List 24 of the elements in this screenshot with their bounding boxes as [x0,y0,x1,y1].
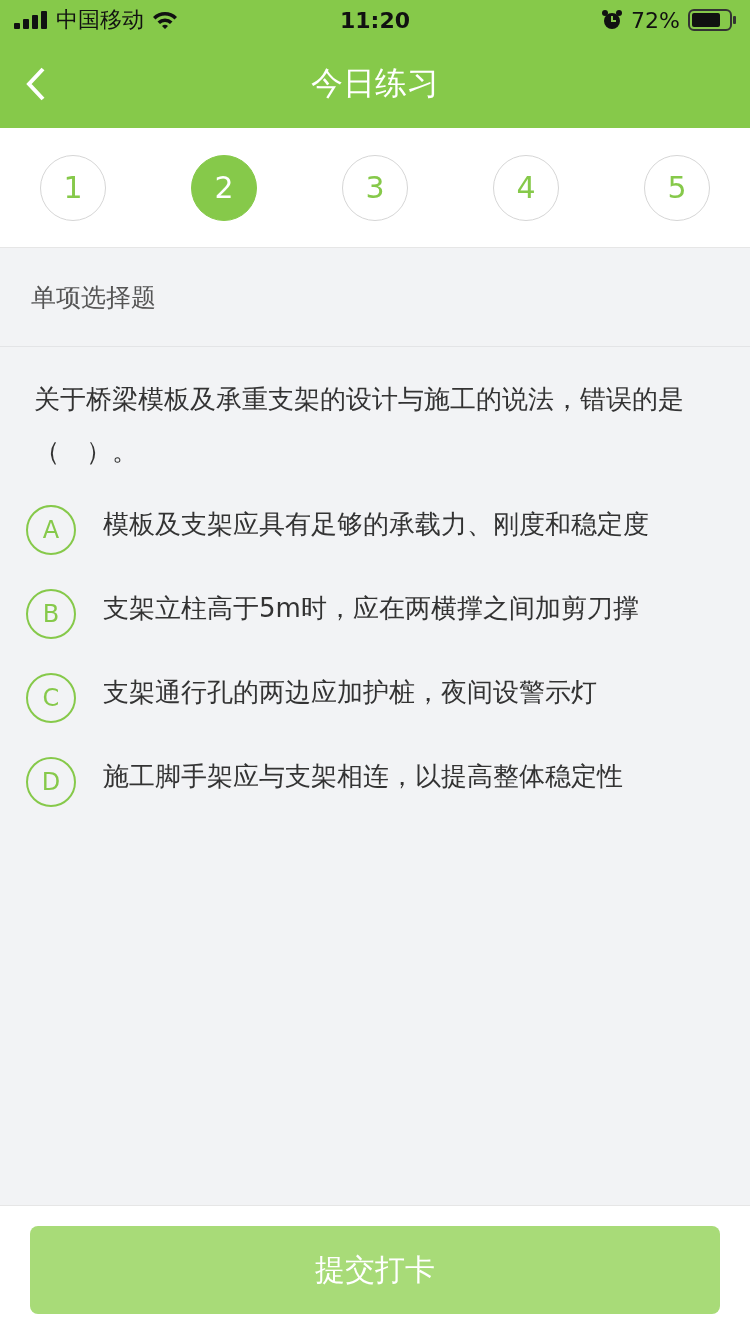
option-letter[interactable]: D [26,757,76,807]
option-letter[interactable]: A [26,505,76,555]
question-type: 单项选择题 [31,281,156,314]
question-number-tab[interactable]: 3 [342,154,408,221]
back-icon[interactable] [26,67,46,101]
question-number-tab[interactable]: 1 [40,154,106,221]
wifi-icon [152,10,178,30]
question-number-tab[interactable]: 5 [644,154,710,221]
option-letter[interactable]: B [26,589,76,639]
question-text: 关于桥梁模板及承重支架的设计与施工的说法，错误的是（ ）。 [33,383,685,468]
option-text[interactable]: 支架通行孔的两边应加护桩，夜间设警示灯 [103,666,597,718]
battery-icon [688,9,736,31]
page-title: 今日练习 [310,63,440,104]
option-text[interactable]: 施工脚手架应与支架相连，以提高整体稳定性 [103,750,623,802]
clock-time: 11:20 [339,7,411,33]
question-number-tab[interactable]: 2 [191,154,257,221]
carrier-name: 中国移动 [56,6,144,34]
option-text[interactable]: 支架立柱高于5m时，应在两横撑之间加剪刀撑 [103,582,639,634]
battery-percent: 72% [631,7,680,33]
option-letter[interactable]: C [26,673,76,723]
option-text[interactable]: 模板及支架应具有足够的承载力、刚度和稳定度 [103,498,649,550]
alarm-icon [601,9,624,31]
signal-icon [14,11,48,29]
question-number-tab[interactable]: 4 [493,154,559,221]
